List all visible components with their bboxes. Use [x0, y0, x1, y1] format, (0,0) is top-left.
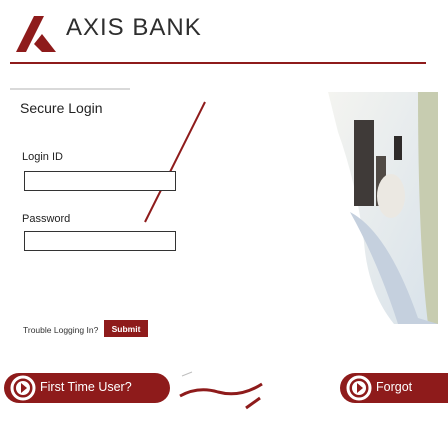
submit-button[interactable]: Submit [104, 320, 148, 337]
header: AXIS BANK [0, 0, 448, 88]
first-time-user-label: First Time User? [40, 380, 132, 394]
trouble-logging-in-link[interactable]: Trouble Logging In? [23, 325, 98, 335]
login-id-input[interactable] [24, 171, 176, 191]
password-label: Password [22, 213, 71, 225]
login-id-label: Login ID [22, 151, 63, 163]
axis-logo-icon [16, 16, 56, 52]
password-input[interactable] [24, 231, 176, 251]
forgot-label: Forgot [376, 380, 413, 394]
promo-photo [268, 92, 438, 324]
decorative-squiggle [179, 371, 263, 410]
header-divider [10, 62, 426, 64]
login-panel: Secure Login Login ID Password Trouble L… [10, 88, 258, 337]
brand-name: AXIS BANK [66, 14, 202, 41]
login-title: Secure Login [20, 100, 103, 116]
